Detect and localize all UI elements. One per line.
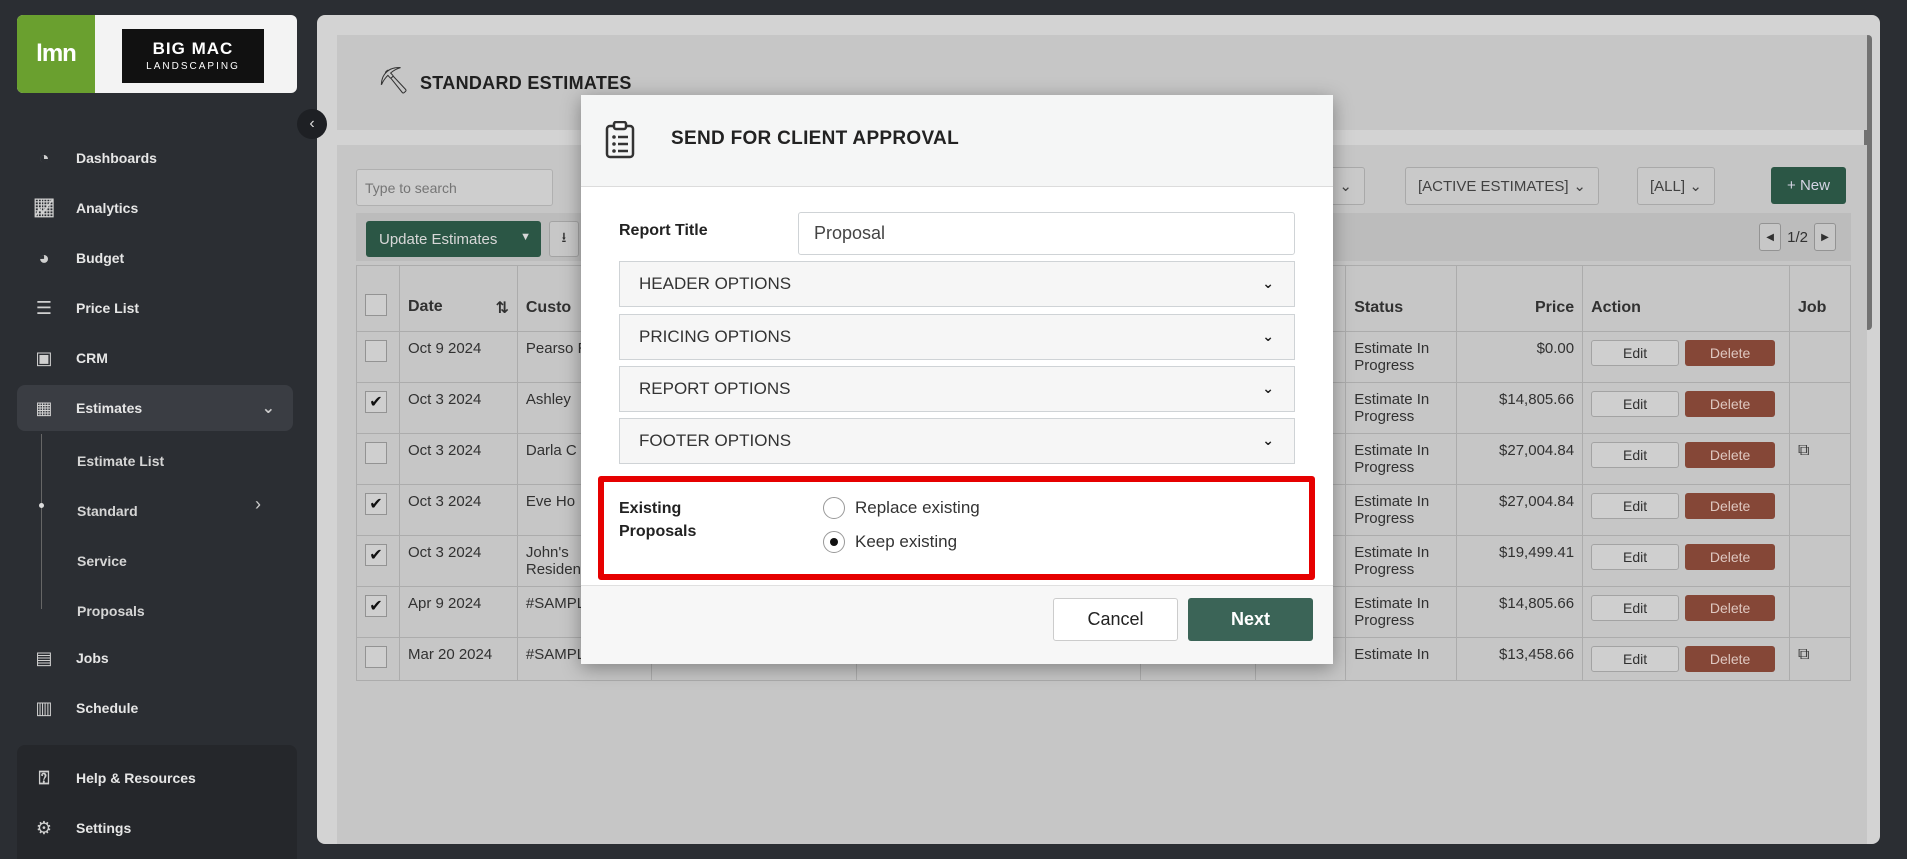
accordion-label: FOOTER OPTIONS xyxy=(639,431,792,450)
submenu-line xyxy=(41,434,42,609)
chevron-down-icon: ⌄ xyxy=(1262,380,1274,396)
pie-chart-icon: ◕ xyxy=(38,247,50,268)
chevron-down-icon: ⌄ xyxy=(261,400,275,417)
accordion-label: HEADER OPTIONS xyxy=(639,274,792,293)
keep-existing-label: Keep existing xyxy=(855,532,958,551)
gauge-icon: ◔ xyxy=(38,147,50,168)
contact-card-icon: ▣ xyxy=(35,347,53,368)
lmn-logo: lmn xyxy=(17,15,95,93)
sidebar-item-help[interactable]: ⍰ Help & Resources xyxy=(17,755,293,801)
chevron-down-icon: ⌄ xyxy=(1262,328,1274,344)
line-chart-icon: 📈︎ xyxy=(32,197,56,218)
keep-existing-option[interactable]: Keep existing xyxy=(823,531,957,553)
footer-options-accordion[interactable]: FOOTER OPTIONS ⌄ xyxy=(619,418,1295,464)
pricing-options-accordion[interactable]: PRICING OPTIONS ⌄ xyxy=(619,314,1295,360)
list-icon: ☰ xyxy=(35,297,53,318)
sidebar-item-dashboards[interactable]: ◔ Dashboards xyxy=(17,135,293,181)
sidebar-item-estimates[interactable]: ▦ Estimates ⌄ xyxy=(17,385,293,431)
clipboard-list-icon xyxy=(605,121,635,159)
submenu-active-dot xyxy=(39,503,44,508)
sidebar-item-price-list[interactable]: ☰ Price List xyxy=(17,285,293,331)
sidebar-subitem-proposals[interactable]: Proposals xyxy=(77,603,145,619)
sidebar-item-label: CRM xyxy=(76,350,108,366)
header-options-accordion[interactable]: HEADER OPTIONS ⌄ xyxy=(619,261,1295,307)
sidebar-item-label: Help & Resources xyxy=(76,770,196,786)
cancel-button[interactable]: Cancel xyxy=(1053,598,1178,641)
report-options-accordion[interactable]: REPORT OPTIONS ⌄ xyxy=(619,366,1295,412)
chevron-down-icon: ⌄ xyxy=(1262,432,1274,448)
sidebar-item-label: Jobs xyxy=(76,650,109,666)
sidebar-item-crm[interactable]: ▣ CRM xyxy=(17,335,293,381)
sidebar-item-label: Estimates xyxy=(76,400,143,416)
chevron-right-icon[interactable]: › xyxy=(255,494,261,515)
report-title-label: Report Title xyxy=(619,222,708,239)
sidebar-item-label: Price List xyxy=(76,300,140,316)
existing-proposals-label: Existing Proposals xyxy=(619,500,697,540)
replace-existing-radio[interactable] xyxy=(823,497,845,519)
sidebar-item-settings[interactable]: ⚙ Settings xyxy=(17,805,293,851)
sidebar-item-budget[interactable]: ◕ Budget xyxy=(17,235,293,281)
sidebar-item-label: Budget xyxy=(76,250,125,266)
sidebar-item-label: Schedule xyxy=(76,700,139,716)
dialog-header: SEND FOR CLIENT APPROVAL xyxy=(581,95,1333,187)
replace-existing-label: Replace existing xyxy=(855,498,980,517)
sidebar-item-label: Dashboards xyxy=(76,150,157,166)
chevron-down-icon: ⌄ xyxy=(1262,275,1274,291)
sidebar-item-jobs[interactable]: ▤ Jobs xyxy=(17,635,293,681)
send-for-client-approval-dialog: SEND FOR CLIENT APPROVAL Report Title HE… xyxy=(581,95,1333,664)
sidebar-subitem-standard[interactable]: Standard xyxy=(77,503,138,519)
company-logo-line1: BIG MAC xyxy=(152,38,234,58)
sidebar-collapse-button[interactable]: ‹ xyxy=(297,109,327,139)
calendar-icon: ▥ xyxy=(35,697,53,718)
jobs-icon: ▤ xyxy=(35,647,53,668)
keep-existing-radio[interactable] xyxy=(823,531,845,553)
dialog-footer: Cancel Next xyxy=(581,585,1333,664)
sidebar-item-analytics[interactable]: 📈︎ Analytics xyxy=(17,185,293,231)
sidebar: lmn BIG MAC LANDSCAPING ◔ Dashboards 📈︎ … xyxy=(0,0,310,859)
sidebar-item-label: Settings xyxy=(76,820,132,836)
help-icon: ⍰ xyxy=(38,767,50,788)
sidebar-subitem-estimate-list[interactable]: Estimate List xyxy=(77,453,164,469)
sidebar-item-schedule[interactable]: ▥ Schedule xyxy=(17,685,293,731)
report-title-input[interactable] xyxy=(798,212,1295,255)
accordion-label: PRICING OPTIONS xyxy=(639,327,792,346)
sidebar-item-label: Analytics xyxy=(76,200,139,216)
calculator-icon: ▦ xyxy=(35,397,53,418)
company-logo-line2: LANDSCAPING xyxy=(146,60,240,72)
dialog-title: SEND FOR CLIENT APPROVAL xyxy=(671,128,959,149)
sidebar-subitem-service[interactable]: Service xyxy=(77,553,127,569)
gear-icon: ⚙ xyxy=(35,817,53,838)
company-logo: BIG MAC LANDSCAPING xyxy=(122,29,264,83)
brand-logo-area[interactable]: lmn BIG MAC LANDSCAPING xyxy=(17,15,297,93)
chevron-left-icon: ‹ xyxy=(309,115,315,132)
replace-existing-option[interactable]: Replace existing xyxy=(823,497,980,519)
accordion-label: REPORT OPTIONS xyxy=(639,379,791,398)
next-button[interactable]: Next xyxy=(1188,598,1313,641)
